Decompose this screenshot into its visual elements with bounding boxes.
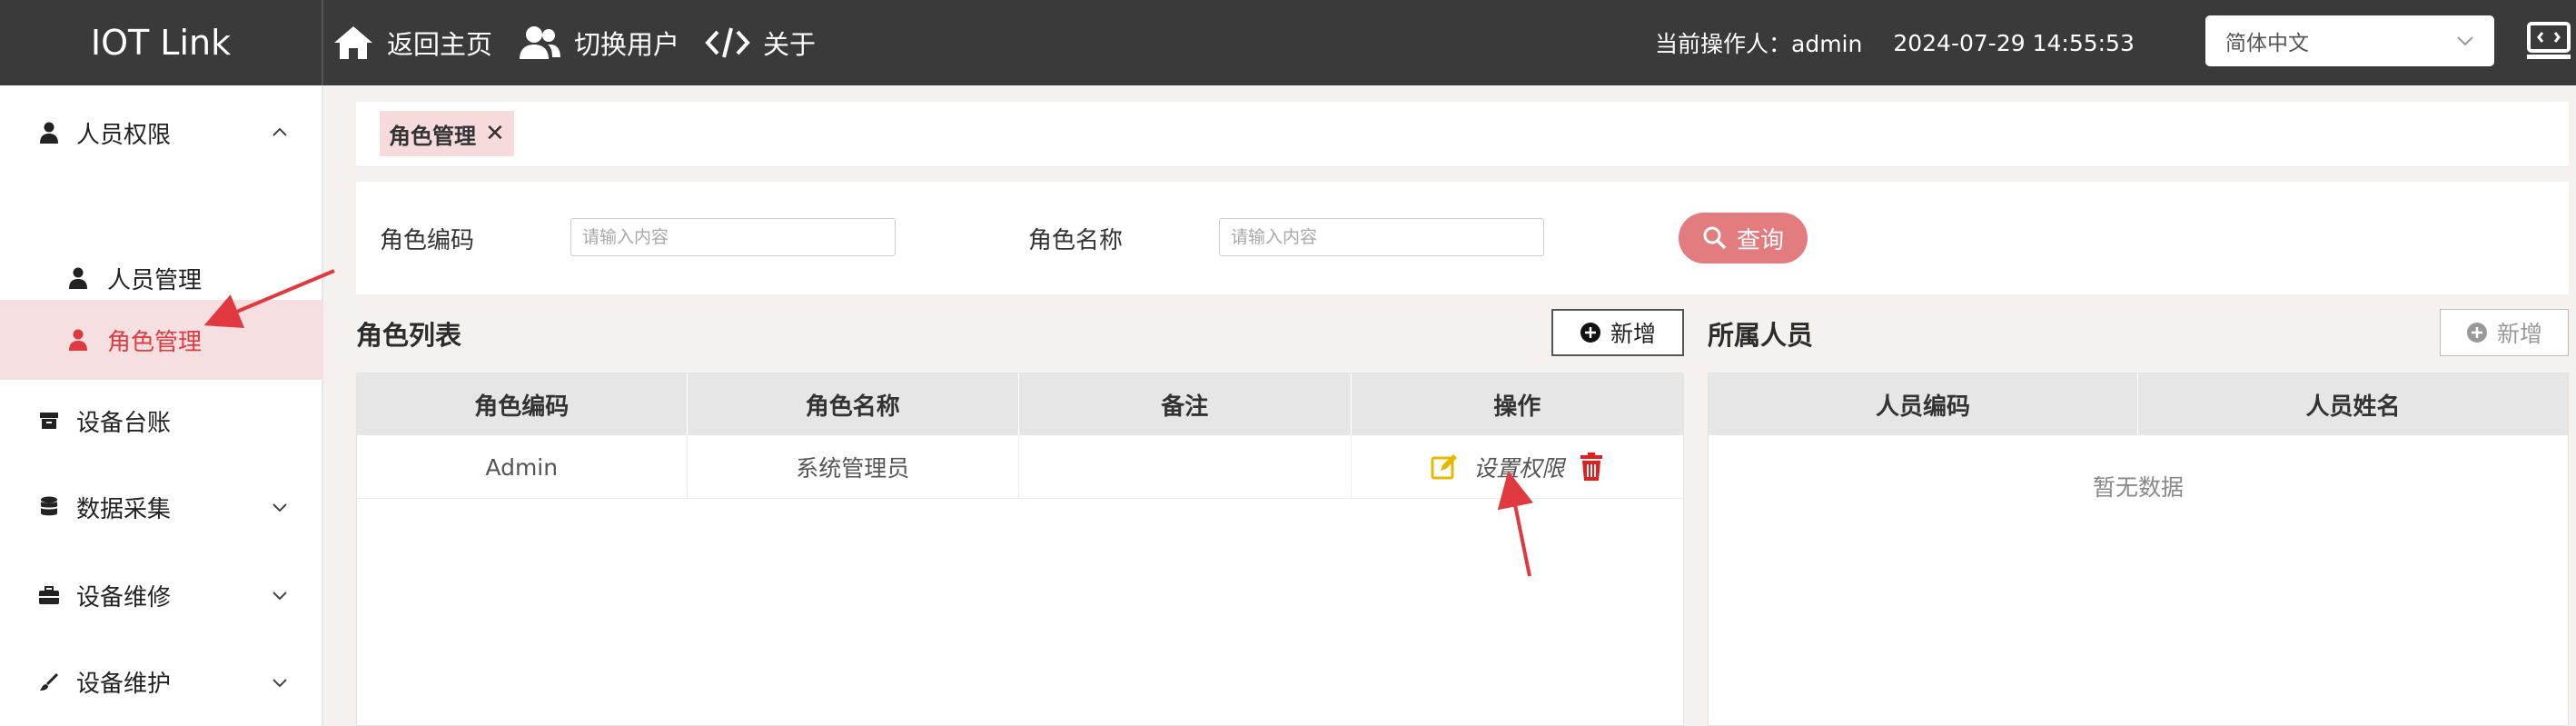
sidebar-item-role-management[interactable]: 角色管理: [0, 300, 323, 380]
sidebar-item-personnel-management[interactable]: 人员管理: [0, 249, 323, 307]
brush-icon: [36, 670, 62, 695]
role-table: 角色编码 角色名称 备注 操作 Admin 系统管理员 设置权限: [356, 373, 1684, 726]
sidebar-item-label: 人员权限: [76, 121, 172, 149]
sidebar-item-label: 人员管理: [107, 266, 203, 294]
user-icon: [36, 120, 62, 145]
sidebar-item-device-maintenance[interactable]: 设备维护: [0, 638, 323, 726]
members-title: 所属人员: [1708, 320, 1814, 351]
toolbox-icon: [36, 582, 62, 608]
members-table-header: 人员编码 人员姓名: [1709, 373, 2568, 435]
search-panel: 角色编码 角色名称 查询: [356, 182, 2569, 294]
role-code-input[interactable]: [570, 218, 896, 256]
add-member-button[interactable]: 新增: [2440, 309, 2569, 356]
chevron-up-icon: [272, 127, 287, 136]
nav-home[interactable]: 返回主页: [332, 24, 492, 62]
nav-about-label: 关于: [763, 29, 817, 60]
sidebar-item-device-repair[interactable]: 设备维修: [0, 552, 323, 638]
tab-bar: 角色管理 ✕: [356, 102, 2569, 167]
sidebar-item-label: 设备维护: [76, 671, 172, 698]
sidebar-item-label: 角色管理: [107, 328, 203, 356]
sidebar-item-label: 设备维修: [76, 583, 172, 612]
home-icon: [334, 26, 372, 59]
chevron-down-icon: [272, 678, 287, 687]
tab-role-management[interactable]: 角色管理 ✕: [380, 111, 514, 156]
chevron-down-icon: [272, 503, 287, 512]
sidebar-item-device-ledger[interactable]: 设备台账: [0, 380, 323, 462]
add-role-label: 新增: [1610, 321, 1656, 347]
language-select[interactable]: 简体中文: [2205, 15, 2494, 66]
operator-info: 当前操作人：admin 2024-07-29 14:55:53: [1655, 0, 2135, 85]
members-table: 人员编码 人员姓名 暂无数据: [1708, 373, 2569, 726]
chevron-down-icon: [2457, 36, 2473, 46]
column-header: 角色编码: [357, 373, 688, 435]
role-name-cell: 系统管理员: [688, 435, 1019, 499]
query-button-label: 查询: [1736, 226, 1784, 254]
role-code-label: 角色编码: [380, 227, 475, 254]
app-logo: IOT Link: [0, 0, 323, 85]
search-icon: [1703, 226, 1727, 250]
query-button[interactable]: 查询: [1679, 213, 1808, 264]
operations-cell: 设置权限: [1352, 435, 1684, 499]
sidebar-item-data-collection[interactable]: 数据采集: [0, 462, 323, 552]
add-role-button[interactable]: 新增: [1551, 309, 1684, 356]
nav-switch-user[interactable]: 切换用户: [518, 24, 679, 62]
close-icon[interactable]: ✕: [485, 120, 505, 147]
role-code-cell: Admin: [357, 435, 688, 499]
table-row[interactable]: Admin 系统管理员 设置权限: [357, 435, 1683, 499]
role-list-title: 角色列表: [356, 320, 462, 351]
plus-circle-icon: [1580, 323, 1600, 343]
column-header: 角色名称: [688, 373, 1019, 435]
language-value: 简体中文: [2225, 32, 2309, 55]
archive-icon: [36, 408, 62, 433]
column-header: 操作: [1493, 393, 1541, 421]
trash-icon[interactable]: [1579, 453, 1604, 482]
role-name-input[interactable]: [1219, 218, 1544, 256]
sidebar-item-personnel-permissions[interactable]: 人员权限: [0, 85, 323, 180]
role-table-header: 角色编码 角色名称 备注 操作: [357, 373, 1683, 435]
fullscreen-icon[interactable]: [2525, 18, 2572, 64]
top-header: IOT Link 返回主页 切换用户 关于 当前操作人：admin 2024-0…: [0, 0, 2576, 85]
users-icon: [520, 26, 561, 59]
sidebar-item-label: 设备台账: [76, 409, 172, 437]
nav-switch-user-label: 切换用户: [574, 29, 680, 60]
column-header: 人员姓名: [2305, 393, 2401, 421]
current-operator: 当前操作人：admin: [1655, 31, 1863, 57]
column-header: 人员编码: [1709, 373, 2138, 435]
chevron-down-icon: [272, 592, 287, 601]
sidebar-item-label: 数据采集: [76, 495, 172, 523]
current-datetime: 2024-07-29 14:55:53: [1893, 29, 2135, 56]
database-icon: [36, 494, 62, 520]
column-header: 备注: [1019, 373, 1352, 435]
tab-label: 角色管理: [389, 123, 476, 149]
edit-icon[interactable]: [1430, 453, 1459, 482]
top-nav: 返回主页 切换用户 关于: [332, 0, 816, 85]
plus-circle-icon: [2466, 323, 2487, 343]
empty-state: 暂无数据: [2092, 474, 2184, 501]
add-member-label: 新增: [2496, 321, 2542, 347]
user-icon: [65, 327, 91, 353]
remark-cell: [1019, 435, 1352, 499]
role-name-label: 角色名称: [1028, 227, 1124, 254]
sidebar: 人员权限 人员管理 角色管理 设备台账 数据采集 设备维修 设备维护: [0, 85, 323, 726]
nav-about[interactable]: 关于: [705, 24, 816, 62]
set-permissions-link[interactable]: 设置权限: [1473, 451, 1564, 483]
code-icon: [705, 27, 750, 58]
nav-home-label: 返回主页: [387, 29, 493, 60]
user-icon: [65, 265, 91, 291]
